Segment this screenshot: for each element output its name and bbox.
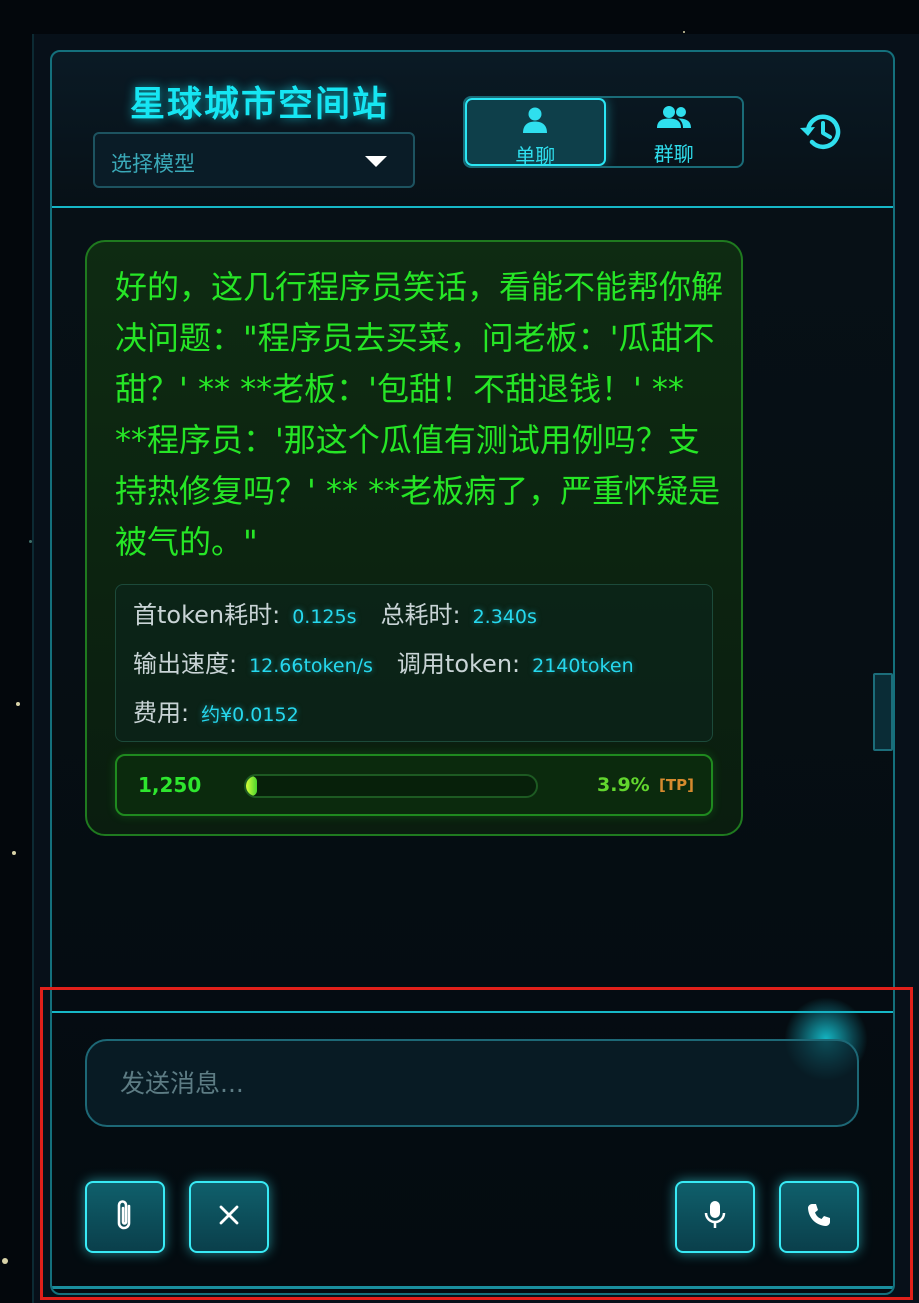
token-tag: [TP] — [659, 776, 694, 794]
cost-label: 费用: — [133, 699, 190, 727]
star-decoration — [683, 31, 685, 33]
history-button[interactable] — [797, 110, 845, 154]
total-time-value: 2.340s — [472, 606, 537, 628]
composer — [52, 997, 893, 1293]
phone-icon — [805, 1201, 833, 1233]
voice-input-button[interactable] — [675, 1181, 755, 1253]
star-decoration — [2, 1258, 8, 1264]
star-decoration — [16, 702, 20, 706]
chat-header: 星球城市空间站 选择模型 单聊 群聊 — [52, 52, 893, 208]
history-icon — [797, 114, 845, 158]
user-icon — [520, 106, 550, 138]
single-chat-label: 单聊 — [515, 144, 556, 168]
single-chat-tab[interactable]: 单聊 — [465, 98, 606, 166]
token-percent: 3.9% — [597, 774, 650, 796]
group-chat-tab[interactable]: 群聊 — [606, 98, 743, 166]
token-count: 1,250 — [138, 773, 202, 797]
token-progress-fill — [246, 776, 258, 796]
message-text: 好的，这几行程序员笑话，看能不能帮你解决问题："程序员去买菜，问老板：'瓜甜不甜… — [115, 268, 724, 561]
speed-value: 12.66token/s — [249, 655, 373, 677]
microphone-icon — [703, 1199, 727, 1235]
stat-row: 费用: 约¥0.0152 — [133, 693, 299, 728]
total-time-label: 总耗时: — [380, 601, 461, 629]
chat-panel: 星球城市空间站 选择模型 单聊 群聊 好的，这几行程序员笑话，看能不能帮你解决问… — [50, 50, 895, 1295]
app-title: 星球城市空间站 — [130, 85, 390, 125]
first-token-value: 0.125s — [292, 606, 357, 628]
chat-mode-toggle: 单聊 群聊 — [463, 96, 744, 168]
message-input[interactable] — [85, 1039, 859, 1127]
star-decoration — [12, 851, 16, 855]
scroll-handle[interactable] — [873, 673, 893, 751]
token-usage-bar: 1,250 3.9% [TP] — [115, 754, 713, 816]
clear-button[interactable] — [189, 1181, 269, 1253]
message-stats: 首token耗时: 0.125s 总耗时: 2.340s 输出速度: 12.66toke… — [115, 584, 713, 742]
token-progress-track — [244, 774, 538, 798]
stat-row: 首token耗时: 0.125s 总耗时: 2.340s — [133, 595, 537, 630]
tokens-used-label: 调用token: — [396, 650, 521, 678]
speed-label: 输出速度: — [133, 650, 238, 678]
chevron-down-icon — [365, 156, 387, 167]
group-icon — [656, 104, 692, 136]
first-token-label: 首token耗时: — [133, 601, 281, 629]
attach-button[interactable] — [85, 1181, 165, 1253]
assistant-message: 好的，这几行程序员笑话，看能不能帮你解决问题："程序员去买菜，问老板：'瓜甜不甜… — [85, 240, 743, 836]
paperclip-icon — [112, 1197, 138, 1237]
tokens-used-value: 2140token — [532, 655, 634, 677]
group-chat-label: 群聊 — [653, 142, 694, 166]
bottom-divider — [52, 1286, 893, 1289]
stat-row: 输出速度: 12.66token/s 调用token: 2140token — [133, 644, 634, 679]
model-select[interactable]: 选择模型 — [93, 132, 415, 188]
call-button[interactable] — [779, 1181, 859, 1253]
cost-value: 约¥0.0152 — [201, 704, 299, 726]
close-icon — [217, 1203, 241, 1231]
message-list[interactable]: 好的，这几行程序员笑话，看能不能帮你解决问题："程序员去买菜，问老板：'瓜甜不甜… — [52, 210, 893, 1010]
model-select-label: 选择模型 — [111, 152, 195, 176]
